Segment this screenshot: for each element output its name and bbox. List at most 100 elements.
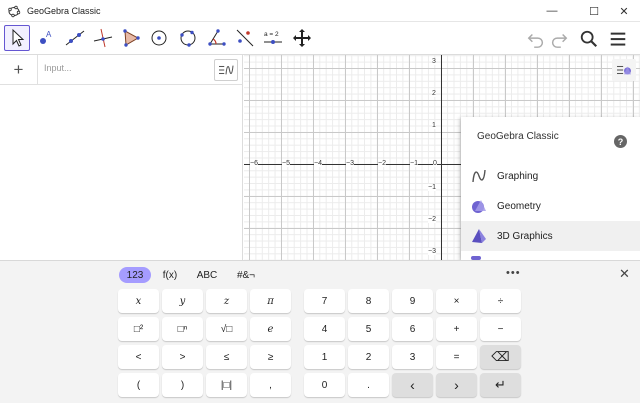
origin-label: 0 bbox=[433, 160, 437, 167]
key-fraction[interactable]: ≤ bbox=[206, 345, 247, 369]
move-graphics-view-tool-button[interactable] bbox=[289, 25, 315, 51]
keyboard-tab-numbers[interactable]: 123 bbox=[119, 267, 151, 283]
key-close-paren[interactable]: ) bbox=[162, 373, 203, 397]
keyboard-close-button[interactable]: ✕ bbox=[619, 266, 630, 282]
move-tool-icon bbox=[12, 28, 25, 47]
point-tool-icon: A bbox=[40, 30, 52, 44]
key-x[interactable]: x bbox=[118, 289, 159, 313]
y-tick-label: 1 bbox=[432, 122, 436, 129]
algebra-input[interactable]: Input... bbox=[44, 63, 72, 73]
key-power[interactable]: □ⁿ bbox=[162, 317, 203, 341]
key-6[interactable]: 6 bbox=[392, 317, 433, 341]
key-3[interactable]: 3 bbox=[392, 345, 433, 369]
key-open-paren[interactable]: ( bbox=[118, 373, 159, 397]
add-item-button[interactable]: + bbox=[0, 55, 38, 85]
minimize-button[interactable]: — bbox=[536, 0, 568, 22]
slider-tool-icon: a = 2 bbox=[264, 31, 282, 44]
key-cursor-right[interactable]: › bbox=[436, 373, 477, 397]
graphing-icon bbox=[472, 169, 486, 183]
move-graphics-view-tool-icon bbox=[293, 29, 311, 47]
geometry-icon bbox=[472, 200, 486, 213]
polygon-tool-button[interactable] bbox=[118, 25, 144, 51]
svg-text:A: A bbox=[46, 30, 52, 39]
algebra-view: + Input... bbox=[0, 55, 243, 260]
search-button[interactable] bbox=[577, 27, 601, 51]
line-tool-button[interactable] bbox=[62, 25, 88, 51]
redo-button[interactable] bbox=[547, 27, 571, 51]
perspective-label: 3D Graphics bbox=[497, 230, 553, 242]
x-tick-label: −3 bbox=[346, 160, 354, 167]
key-enter[interactable]: ↵ bbox=[480, 373, 521, 397]
key-comma[interactable]: , bbox=[250, 373, 291, 397]
key-abs[interactable]: |□| bbox=[206, 373, 247, 397]
virtual-keyboard: 123 f(x) ABC #&¬ ••• ✕ x y z π □² □ⁿ √□ … bbox=[0, 260, 640, 403]
polygon-tool-icon bbox=[123, 29, 140, 47]
maximize-button[interactable]: ☐ bbox=[578, 0, 610, 22]
key-pi[interactable]: π bbox=[250, 289, 291, 313]
key-2[interactable]: 2 bbox=[348, 345, 389, 369]
perspectives-title: GeoGebra Classic bbox=[477, 131, 559, 142]
key-e[interactable]: e bbox=[250, 317, 291, 341]
window-title: GeoGebra Classic bbox=[27, 5, 101, 16]
key-z[interactable]: z bbox=[206, 289, 247, 313]
key-square[interactable]: □² bbox=[118, 317, 159, 341]
graphics-view-style-button[interactable] bbox=[612, 59, 636, 81]
keyboard-tab-functions[interactable]: f(x) bbox=[158, 267, 182, 283]
key-9[interactable]: 9 bbox=[392, 289, 433, 313]
reflect-tool-icon bbox=[236, 29, 254, 47]
y-tick-label: −3 bbox=[428, 248, 436, 255]
key-1[interactable]: 1 bbox=[304, 345, 345, 369]
keyboard-more-button[interactable]: ••• bbox=[506, 267, 521, 279]
close-window-button[interactable]: ✕ bbox=[608, 0, 640, 22]
algebra-input-row: + Input... bbox=[0, 55, 243, 85]
x-tick-label: −6 bbox=[250, 160, 258, 167]
key-4[interactable]: 4 bbox=[304, 317, 345, 341]
key-decimal[interactable]: . bbox=[348, 373, 389, 397]
key-sqrt[interactable]: √□ bbox=[206, 317, 247, 341]
key-divide[interactable]: ÷ bbox=[480, 289, 521, 313]
key-y[interactable]: y bbox=[162, 289, 203, 313]
y-tick-label: −1 bbox=[428, 184, 436, 191]
point-tool-button[interactable]: A bbox=[33, 25, 59, 51]
perpendicular-line-tool-button[interactable] bbox=[90, 25, 116, 51]
angle-tool-icon bbox=[208, 29, 226, 46]
angle-tool-button[interactable] bbox=[204, 25, 230, 51]
keyboard-tab-letters[interactable]: ABC bbox=[192, 267, 222, 283]
key-multiply[interactable]: × bbox=[436, 289, 477, 313]
key-backspace[interactable]: ⌫ bbox=[480, 345, 521, 369]
key-0[interactable]: 0 bbox=[304, 373, 345, 397]
keyboard-tab-symbols[interactable]: #&¬ bbox=[232, 267, 260, 283]
main-menu-button[interactable] bbox=[606, 27, 630, 51]
perpendicular-line-tool-icon bbox=[93, 28, 113, 48]
undo-icon bbox=[527, 33, 544, 48]
help-icon[interactable]: ? bbox=[614, 135, 627, 148]
algebra-view-style-button[interactable] bbox=[214, 59, 238, 81]
circle-center-point-tool-button[interactable] bbox=[146, 25, 172, 51]
key-cursor-left[interactable]: ‹ bbox=[392, 373, 433, 397]
key-5[interactable]: 5 bbox=[348, 317, 389, 341]
title-bar: GeoGebra Classic — ☐ ✕ bbox=[0, 0, 640, 22]
key-mixed-fraction[interactable]: ≥ bbox=[250, 345, 291, 369]
graphics-style-icon bbox=[617, 65, 631, 75]
y-tick-label: 3 bbox=[432, 58, 436, 65]
y-tick-label: −2 bbox=[428, 216, 436, 223]
slider-tool-button[interactable]: a = 2 bbox=[260, 25, 286, 51]
move-tool-button[interactable] bbox=[4, 25, 30, 51]
undo-button[interactable] bbox=[524, 27, 548, 51]
toolbar: A a = 2 bbox=[0, 22, 640, 55]
key-7[interactable]: 7 bbox=[304, 289, 345, 313]
circle-three-points-tool-button[interactable] bbox=[175, 25, 201, 51]
perspective-item-3d-graphics[interactable]: 3D Graphics bbox=[461, 221, 640, 251]
reflect-tool-button[interactable] bbox=[232, 25, 258, 51]
key-minus[interactable]: − bbox=[480, 317, 521, 341]
perspective-item-graphing[interactable]: Graphing bbox=[461, 161, 640, 191]
hamburger-menu-icon bbox=[610, 32, 626, 46]
key-plus[interactable]: + bbox=[436, 317, 477, 341]
key-less-than[interactable]: < bbox=[118, 345, 159, 369]
circle-three-points-tool-icon bbox=[180, 30, 196, 47]
key-equals[interactable]: = bbox=[436, 345, 477, 369]
perspective-item-geometry[interactable]: Geometry bbox=[461, 191, 640, 221]
algebra-style-icon bbox=[219, 65, 234, 75]
key-8[interactable]: 8 bbox=[348, 289, 389, 313]
key-greater-than[interactable]: > bbox=[162, 345, 203, 369]
